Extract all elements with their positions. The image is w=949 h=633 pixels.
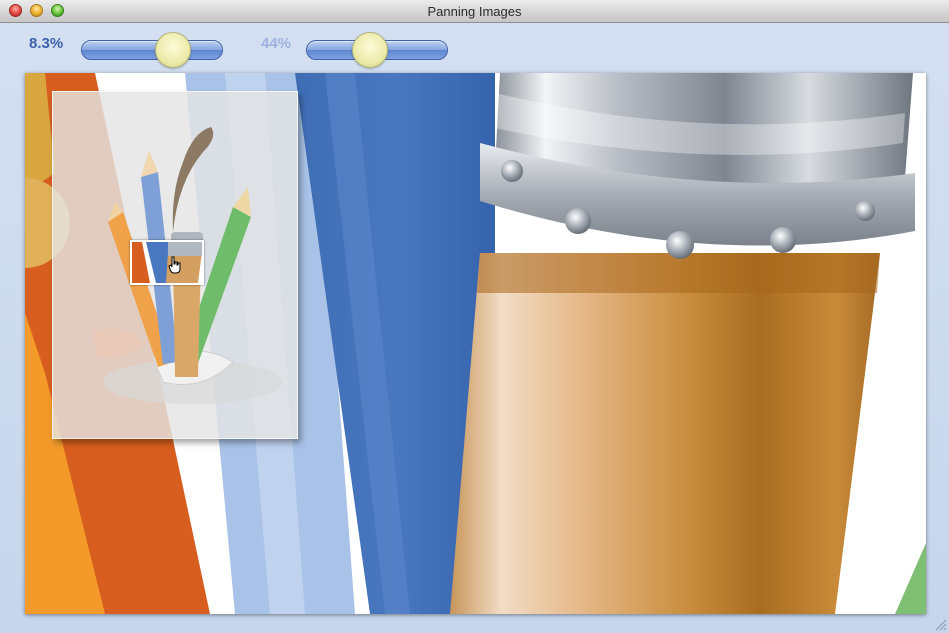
navigator-viewport-rect[interactable] bbox=[130, 240, 204, 285]
zoom-primary-slider-knob[interactable] bbox=[155, 32, 191, 68]
title-bar[interactable]: Panning Images bbox=[0, 0, 949, 23]
zoom-secondary-label: 44% bbox=[261, 35, 292, 52]
zoom-primary-label: 8.3% bbox=[29, 35, 64, 52]
app-window: Panning Images 8.3% 44% bbox=[0, 0, 949, 633]
zoom-primary-slider[interactable] bbox=[81, 40, 223, 60]
resize-grip-icon[interactable] bbox=[933, 617, 947, 631]
viewport-preview bbox=[132, 242, 202, 283]
zoom-secondary-slider-knob[interactable] bbox=[352, 32, 388, 68]
hand-pointer-icon bbox=[168, 256, 181, 274]
window-title: Panning Images bbox=[427, 4, 522, 19]
